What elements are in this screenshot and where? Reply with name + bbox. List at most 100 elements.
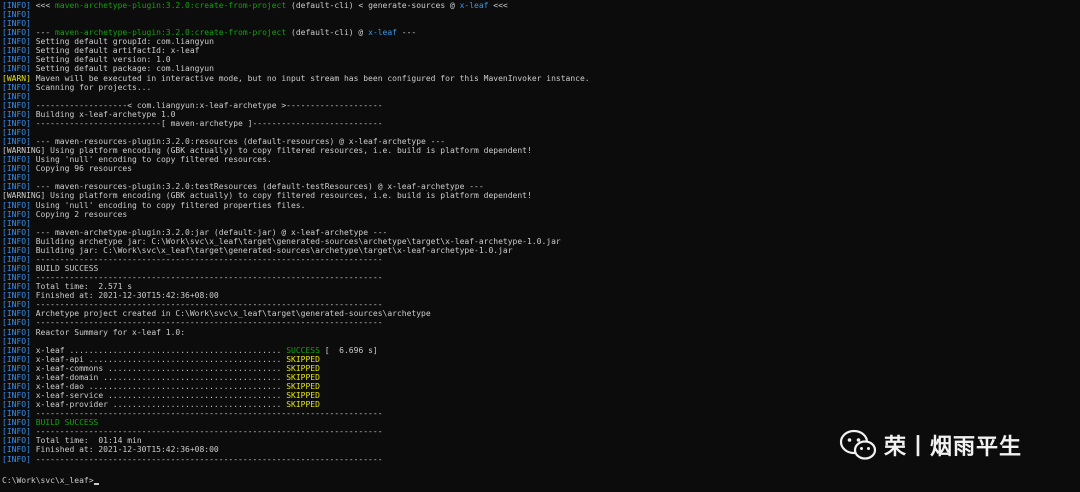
log-level-tag: [INFO] — [2, 82, 31, 92]
log-text: Scanning for projects... — [30, 82, 152, 92]
terminal-line: [INFO] Using 'null' encoding to copy fil… — [2, 201, 305, 210]
log-level-tag: [INFO] — [2, 91, 31, 101]
terminal-line: [INFO] BUILD SUCCESS — [2, 418, 98, 427]
terminal-line: [INFO] Finished at: 2021-12-30T15:42:36+… — [2, 445, 219, 454]
log-level-tag: [INFO] — [2, 282, 31, 292]
log-text: Maven will be executed in interactive mo… — [30, 73, 590, 83]
log-level-tag: [INFO] — [2, 427, 31, 437]
terminal-line: [INFO] ---------------------------------… — [2, 318, 383, 327]
log-text: (default-cli) < generate-sources @ — [286, 1, 460, 10]
terminal-line: [INFO] x-leaf-service ..................… — [2, 391, 320, 400]
log-level-tag: [WARNING] — [2, 191, 46, 201]
log-text: Setting default artifactId: x-leaf — [30, 46, 200, 56]
log-text: BUILD SUCCESS — [30, 264, 99, 274]
terminal-line: [INFO] BUILD SUCCESS — [2, 264, 98, 273]
log-level-tag: [INFO] — [2, 1, 31, 10]
log-text: Archetype project created in C:\Work\svc… — [30, 309, 431, 319]
log-text: Reactor Summary for x-leaf 1.0: — [30, 327, 186, 337]
log-level-tag: [INFO] — [2, 345, 31, 355]
log-text: [ 6.696 s] — [319, 345, 378, 355]
log-level-tag: [INFO] — [2, 418, 31, 428]
command-prompt[interactable]: C:\Work\svc\x_leaf> — [2, 476, 99, 485]
log-text: x-leaf-commons .........................… — [30, 363, 287, 373]
log-text: Using platform encoding (GBK actually) t… — [45, 191, 532, 201]
terminal-line: [INFO] <<< maven-archetype-plugin:3.2.0:… — [2, 1, 508, 10]
log-level-tag: [INFO] — [2, 300, 31, 310]
terminal-line: [INFO] — [2, 173, 31, 182]
log-text: --------------------------[ maven-archet… — [30, 118, 383, 128]
log-text: Using 'null' encoding to copy filtered r… — [30, 155, 272, 165]
log-text: Total time: 01:14 min — [30, 436, 142, 446]
log-text: ----------------------------------------… — [30, 273, 383, 283]
log-level-tag: [INFO] — [2, 363, 31, 373]
log-text: x-leaf — [368, 28, 397, 38]
terminal-line: [INFO] Setting default package: com.lian… — [2, 64, 214, 73]
log-level-tag: [INFO] — [2, 37, 31, 47]
log-text: x-leaf-dao .............................… — [30, 381, 287, 391]
terminal-line: [INFO] Reactor Summary for x-leaf 1.0: — [2, 328, 185, 337]
log-level-tag: [INFO] — [2, 173, 31, 183]
log-level-tag: [INFO] — [2, 245, 31, 255]
log-text: Finished at: 2021-12-30T15:42:36+08:00 — [30, 445, 219, 455]
log-text: SKIPPED — [286, 400, 320, 410]
log-level-tag: [INFO] — [2, 264, 31, 274]
log-text: <<< — [488, 1, 508, 10]
log-text: --- maven-archetype-plugin:3.2.0:jar (de… — [30, 227, 388, 237]
terminal-line: [INFO] Copying 96 resources — [2, 164, 132, 173]
log-text: maven-archetype-plugin:3.2.0:create-from… — [55, 28, 287, 38]
log-text: -------------------< com.liangyun:x-leaf… — [30, 100, 383, 110]
log-level-tag: [INFO] — [2, 227, 31, 237]
log-level-tag: [INFO] — [2, 273, 31, 283]
log-text: Finished at: 2021-12-30T15:42:36+08:00 — [30, 291, 219, 301]
terminal-line: [INFO] Building x-leaf-archetype 1.0 — [2, 110, 175, 119]
log-level-tag: [INFO] — [2, 164, 31, 174]
log-text: Building jar: C:\Work\svc\x_leaf\target\… — [30, 245, 513, 255]
wechat-icon — [839, 429, 877, 460]
log-level-tag: [INFO] — [2, 118, 31, 128]
log-text: ----------------------------------------… — [30, 300, 383, 310]
terminal-window[interactable]: [INFO] <<< maven-archetype-plugin:3.2.0:… — [0, 0, 1080, 492]
terminal-line: [WARNING] Using platform encoding (GBK a… — [2, 146, 532, 155]
log-text: ----------------------------------------… — [30, 427, 383, 437]
terminal-line: [INFO] Total time: 2.571 s — [2, 282, 132, 291]
log-text: Building archetype jar: C:\Work\svc\x_le… — [30, 236, 561, 246]
watermark-text: 荣丨烟雨平生 — [884, 435, 1023, 460]
log-level-tag: [WARN] — [2, 73, 31, 83]
log-level-tag: [INFO] — [2, 372, 31, 382]
log-text: Using 'null' encoding to copy filtered p… — [30, 200, 306, 210]
log-text: Setting default version: 1.0 — [30, 55, 171, 65]
log-text: maven-archetype-plugin:3.2.0:create-from… — [55, 1, 287, 10]
terminal-line: [INFO] --- maven-resources-plugin:3.2.0:… — [2, 182, 484, 191]
log-level-tag: [INFO] — [2, 109, 31, 119]
log-level-tag: [INFO] — [2, 336, 31, 346]
terminal-line: [INFO] Archetype project created in C:\W… — [2, 309, 431, 318]
terminal-line: [INFO] ---------------------------------… — [2, 300, 383, 309]
terminal-line: [INFO] Setting default artifactId: x-lea… — [2, 46, 199, 55]
log-level-tag: [INFO] — [2, 454, 31, 464]
log-text: SKIPPED — [286, 391, 320, 400]
log-level-tag: [INFO] — [2, 327, 31, 337]
log-text: Building x-leaf-archetype 1.0 — [30, 109, 176, 119]
log-text: SKIPPED — [286, 363, 320, 373]
terminal-line: [INFO] — [2, 219, 31, 228]
log-level-tag: [INFO] — [2, 291, 31, 301]
log-text: Copying 96 resources — [30, 164, 133, 174]
terminal-line: [INFO] Total time: 01:14 min — [2, 436, 142, 445]
log-level-tag: [INFO] — [2, 381, 31, 391]
log-text: Using platform encoding (GBK actually) t… — [45, 146, 532, 156]
log-level-tag: [INFO] — [2, 436, 31, 446]
log-text: --- maven-resources-plugin:3.2.0:resourc… — [30, 137, 446, 147]
log-text: SKIPPED — [286, 381, 320, 391]
log-text: x-leaf-provider ........................… — [30, 400, 287, 410]
terminal-line: [WARN] Maven will be executed in interac… — [2, 74, 590, 83]
terminal-line: [INFO] Copying 2 resources — [2, 210, 127, 219]
log-text: BUILD SUCCESS — [30, 418, 99, 428]
log-level-tag: [INFO] — [2, 10, 31, 20]
log-text: Copying 2 resources — [30, 209, 128, 219]
log-text: SKIPPED — [286, 372, 320, 382]
log-text: ----------------------------------------… — [30, 254, 383, 264]
log-level-tag: [INFO] — [2, 254, 31, 264]
log-level-tag: [INFO] — [2, 46, 31, 56]
log-level-tag: [INFO] — [2, 218, 31, 228]
log-text: Setting default package: com.liangyun — [30, 64, 214, 74]
